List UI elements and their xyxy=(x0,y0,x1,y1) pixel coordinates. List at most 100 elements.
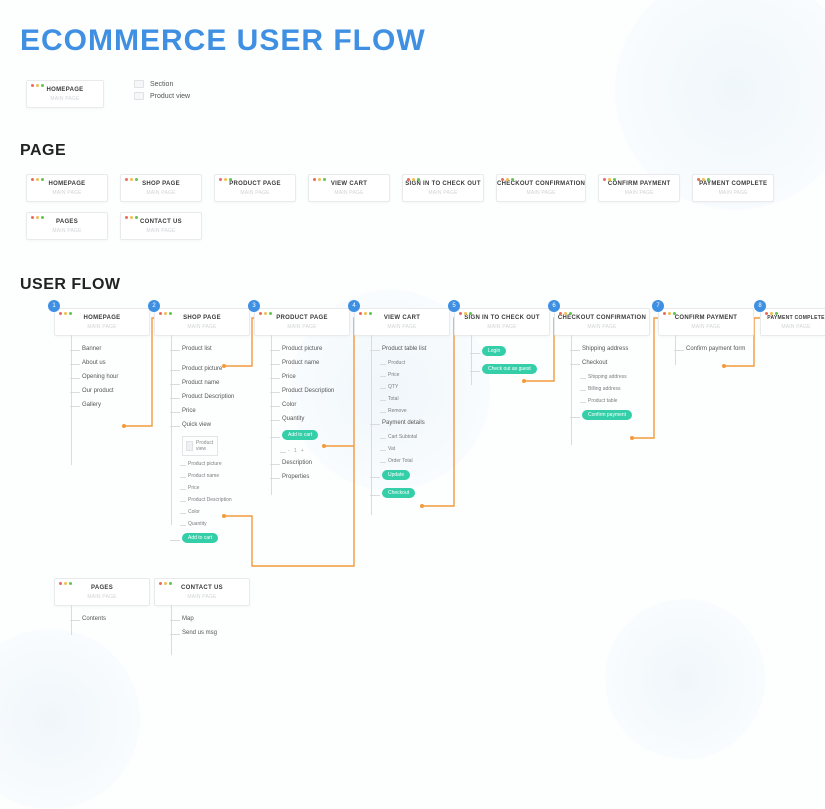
page-card[interactable]: CONTACT USMAIN PAGE xyxy=(120,212,202,240)
step-badge: 1 xyxy=(48,300,60,312)
flow-item: Checkout xyxy=(554,360,650,366)
flow-subitem: Product Description xyxy=(154,497,250,503)
flow-page-card[interactable]: PAYMENT COMPLETE MAIN PAGE xyxy=(760,308,825,336)
flow-item: Our product xyxy=(54,388,150,394)
legend: HOMEPAGE MAIN PAGE Section Product view xyxy=(26,80,805,108)
flow-item: Contents xyxy=(54,616,150,622)
flow-item: Product table list xyxy=(354,346,450,352)
flow-page-card[interactable]: PAGES MAIN PAGE xyxy=(54,578,150,606)
flow-product: 3 PRODUCT PAGE MAIN PAGE Product picture… xyxy=(254,308,350,488)
legend-page-card: HOMEPAGE MAIN PAGE xyxy=(26,80,104,108)
legend-card-sub: MAIN PAGE xyxy=(27,96,103,102)
flow-pages: PAGES MAIN PAGE Contents xyxy=(54,578,150,630)
flow-item: Banner xyxy=(54,346,150,352)
step-badge: 8 xyxy=(754,300,766,312)
flow-item: Product list xyxy=(154,346,250,352)
flow-subitem: Remove xyxy=(354,408,450,414)
page-card[interactable]: SIGN IN TO CHECK OUTMAIN PAGE xyxy=(402,174,484,202)
flow-subitem: Product picture xyxy=(154,461,250,467)
step-badge: 6 xyxy=(548,300,560,312)
flow-action[interactable]: Checkout xyxy=(354,488,450,498)
flow-page-card[interactable]: CONFIRM PAYMENT MAIN PAGE xyxy=(658,308,754,336)
legend-card-title: HOMEPAGE xyxy=(27,87,103,93)
step-badge: 7 xyxy=(652,300,664,312)
flow-subitem: Billing address xyxy=(554,386,650,392)
flow-subitem: Product xyxy=(354,360,450,366)
flow-subitem: Total xyxy=(354,396,450,402)
flow-confirm: 7 CONFIRM PAYMENT MAIN PAGE Confirm paym… xyxy=(658,308,754,360)
page-card[interactable]: HOMEPAGEMAIN PAGE xyxy=(26,174,108,202)
step-badge: 5 xyxy=(448,300,460,312)
flow-item: Product picture xyxy=(154,366,250,372)
flow-item: Price xyxy=(154,408,250,414)
legend-section-row: Section xyxy=(134,80,190,88)
flow-page-card[interactable]: SIGN IN TO CHECK OUT MAIN PAGE xyxy=(454,308,550,336)
flow-item: Product Description xyxy=(254,388,350,394)
page-card[interactable]: PAGESMAIN PAGE xyxy=(26,212,108,240)
flow-subitem: Shipping address xyxy=(554,374,650,380)
flow-subitem: Quantity xyxy=(154,521,250,527)
flow-item: Product picture xyxy=(254,346,350,352)
flow-page-card[interactable]: CHECKOUT CONFIRMATION MAIN PAGE xyxy=(554,308,650,336)
flow-item: Payment details xyxy=(354,420,450,426)
flow-action[interactable]: Update xyxy=(354,470,450,480)
flow-item: Price xyxy=(254,374,350,380)
section-heading-page: PAGE xyxy=(20,142,805,160)
flow-page-card[interactable]: PRODUCT PAGE MAIN PAGE xyxy=(254,308,350,336)
flow-contact: CONTACT US MAIN PAGE Map Send us msg xyxy=(154,578,250,644)
flow-area: 1 HOMEPAGE MAIN PAGE Banner About us Ope… xyxy=(24,308,805,688)
flow-page-card[interactable]: SHOP PAGE MAIN PAGE xyxy=(154,308,250,336)
flow-signin: 5 SIGN IN TO CHECK OUT MAIN PAGE Login C… xyxy=(454,308,550,382)
flow-item: Quick view xyxy=(154,422,250,428)
flow-subitem: Price xyxy=(354,372,450,378)
flow-subitem: Cart Subtotal xyxy=(354,434,450,440)
flow-item: Color xyxy=(254,402,350,408)
page-card[interactable]: PRODUCT PAGEMAIN PAGE xyxy=(214,174,296,202)
flow-subitem: QTY xyxy=(354,384,450,390)
flow-item: Product name xyxy=(254,360,350,366)
page-grid-row2: PAGESMAIN PAGE CONTACT USMAIN PAGE xyxy=(26,212,805,240)
flow-homepage: 1 HOMEPAGE MAIN PAGE Banner About us Ope… xyxy=(54,308,150,416)
page-card[interactable]: CHECKOUT CONFIRMATIONMAIN PAGE xyxy=(496,174,586,202)
flow-item: Shipping address xyxy=(554,346,650,352)
flow-item: Gallery xyxy=(54,402,150,408)
flow-subitem: Order Total xyxy=(354,458,450,464)
flow-item: Description xyxy=(254,460,350,466)
flow-page-card[interactable]: VIEW CART MAIN PAGE xyxy=(354,308,450,336)
flow-item: Confirm payment form xyxy=(658,346,754,352)
flow-subitem: Vat xyxy=(354,446,450,452)
step-badge: 3 xyxy=(248,300,260,312)
flow-item: Product Description xyxy=(154,394,250,400)
diagram-title: ECOMMERCE USER FLOW xyxy=(20,24,805,58)
page-card[interactable]: PAYMENT COMPLETEMAIN PAGE xyxy=(692,174,774,202)
flow-item: Quantity xyxy=(254,416,350,422)
flow-action[interactable]: Add to cart xyxy=(154,533,250,543)
flow-page-card[interactable]: CONTACT US MAIN PAGE xyxy=(154,578,250,606)
flow-subitem: Color xyxy=(154,509,250,515)
page-card[interactable]: SHOP PAGEMAIN PAGE xyxy=(120,174,202,202)
page-grid: HOMEPAGEMAIN PAGE SHOP PAGEMAIN PAGE PRO… xyxy=(26,174,805,202)
step-badge: 2 xyxy=(148,300,160,312)
page-card[interactable]: VIEW CARTMAIN PAGE xyxy=(308,174,390,202)
flow-cart: 4 VIEW CART MAIN PAGE Product table list… xyxy=(354,308,450,506)
step-badge: 4 xyxy=(348,300,360,312)
flow-complete: 8 PAYMENT COMPLETE MAIN PAGE xyxy=(760,308,825,336)
flow-shop: 2 SHOP PAGE MAIN PAGE Product list Produ… xyxy=(154,308,250,551)
flow-action[interactable]: Check out as guest xyxy=(454,364,550,374)
section-heading-userflow: USER FLOW xyxy=(20,276,805,294)
flow-item: About us xyxy=(54,360,150,366)
page-card[interactable]: CONFIRM PAYMENTMAIN PAGE xyxy=(598,174,680,202)
flow-page-card[interactable]: HOMEPAGE MAIN PAGE xyxy=(54,308,150,336)
flow-action[interactable]: Login xyxy=(454,346,550,356)
flow-subitem: Price xyxy=(154,485,250,491)
flow-item: Send us msg xyxy=(154,630,250,636)
flow-item: Map xyxy=(154,616,250,622)
flow-checkout: 6 CHECKOUT CONFIRMATION MAIN PAGE Shippi… xyxy=(554,308,650,428)
product-view-box: Product view xyxy=(182,436,218,456)
flow-action[interactable]: Confirm payment xyxy=(554,410,650,420)
flow-action[interactable]: Add to cart xyxy=(254,430,350,440)
flow-item: Opening hour xyxy=(54,374,150,380)
flow-subitem: Product table xyxy=(554,398,650,404)
flow-item: Properties xyxy=(254,474,350,480)
flow-subitem: Product name xyxy=(154,473,250,479)
